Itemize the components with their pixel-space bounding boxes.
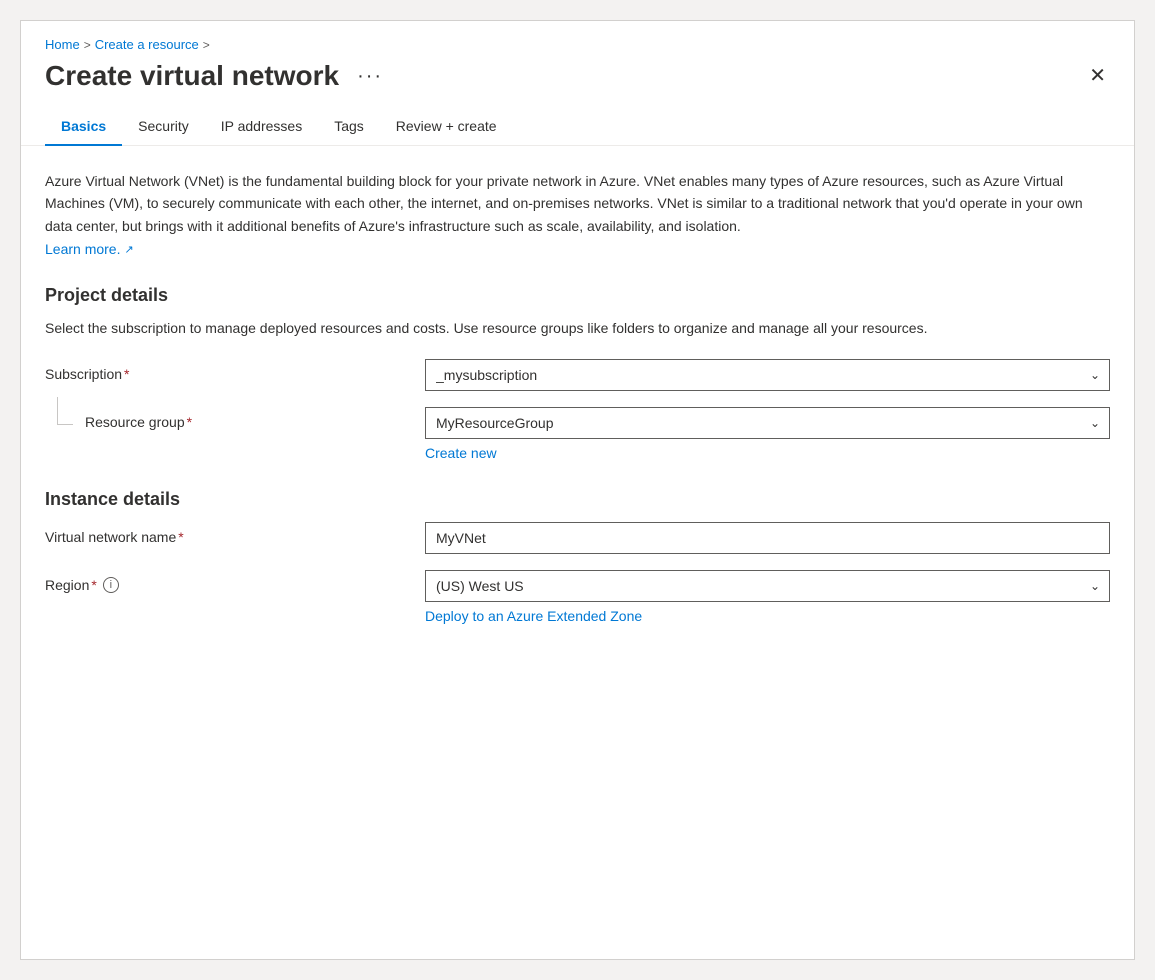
title-left: Create virtual network ··· <box>45 60 389 92</box>
close-button[interactable]: ✕ <box>1085 62 1110 90</box>
subscription-row: Subscription* _mysubscription ⌄ <box>45 359 1110 391</box>
resource-group-row: Resource group* MyResourceGroup ⌄ Create… <box>45 407 1110 461</box>
tab-bar: Basics Security IP addresses Tags Review… <box>21 108 1134 146</box>
deploy-extended-zone-link[interactable]: Deploy to an Azure Extended Zone <box>425 608 642 624</box>
resource-group-control-col: MyResourceGroup ⌄ Create new <box>425 407 1110 461</box>
subscription-dropdown[interactable]: _mysubscription <box>425 359 1110 391</box>
panel-header: Home > Create a resource > Create virtua… <box>21 21 1134 92</box>
vnet-name-row: Virtual network name* <box>45 522 1110 554</box>
subscription-control-col: _mysubscription ⌄ <box>425 359 1110 391</box>
indent-connector <box>45 407 85 425</box>
ellipsis-button[interactable]: ··· <box>351 63 389 90</box>
tab-review-create[interactable]: Review + create <box>380 108 513 146</box>
page-title: Create virtual network <box>45 60 339 92</box>
tab-tags[interactable]: Tags <box>318 108 380 146</box>
region-label-col: Region* i <box>45 570 425 593</box>
description-text: Azure Virtual Network (VNet) is the fund… <box>45 170 1095 237</box>
instance-details-section: Instance details Virtual network name* <box>45 489 1110 624</box>
resource-group-dropdown[interactable]: MyResourceGroup <box>425 407 1110 439</box>
resource-group-label-col: Resource group* <box>85 407 425 430</box>
resource-group-label: Resource group* <box>85 414 425 430</box>
create-new-link[interactable]: Create new <box>425 445 497 461</box>
breadcrumb-create-resource[interactable]: Create a resource <box>95 37 199 52</box>
subscription-label: Subscription* <box>45 366 425 382</box>
region-control-col: (US) West US (US) East US (EU) West Euro… <box>425 570 1110 624</box>
breadcrumb-sep2: > <box>203 38 210 52</box>
vnet-name-control-col <box>425 522 1110 554</box>
subscription-label-col: Subscription* <box>45 359 425 382</box>
vnet-name-label: Virtual network name* <box>45 529 425 545</box>
region-info-icon[interactable]: i <box>103 577 119 593</box>
instance-details-title: Instance details <box>45 489 1110 510</box>
breadcrumb-home[interactable]: Home <box>45 37 80 52</box>
breadcrumb-sep1: > <box>84 38 91 52</box>
region-dropdown[interactable]: (US) West US (US) East US (EU) West Euro… <box>425 570 1110 602</box>
content-area: Azure Virtual Network (VNet) is the fund… <box>21 146 1134 664</box>
title-row: Create virtual network ··· ✕ <box>45 60 1110 92</box>
tab-basics[interactable]: Basics <box>45 108 122 146</box>
resource-group-select-wrapper: MyResourceGroup ⌄ <box>425 407 1110 439</box>
breadcrumb: Home > Create a resource > <box>45 37 1110 52</box>
region-select-wrapper: (US) West US (US) East US (EU) West Euro… <box>425 570 1110 602</box>
region-label: Region* <box>45 577 97 593</box>
tab-security[interactable]: Security <box>122 108 205 146</box>
subscription-select-wrapper: _mysubscription ⌄ <box>425 359 1110 391</box>
external-link-icon: ↗ <box>124 243 133 256</box>
project-details-desc: Select the subscription to manage deploy… <box>45 318 1095 339</box>
tab-ip-addresses[interactable]: IP addresses <box>205 108 318 146</box>
vnet-name-input[interactable] <box>425 522 1110 554</box>
project-details-title: Project details <box>45 285 1110 306</box>
region-row: Region* i (US) West US (US) East US (EU)… <box>45 570 1110 624</box>
vnet-name-label-col: Virtual network name* <box>45 522 425 545</box>
main-panel: Home > Create a resource > Create virtua… <box>20 20 1135 960</box>
learn-more-link[interactable]: Learn more. ↗ <box>45 241 134 257</box>
